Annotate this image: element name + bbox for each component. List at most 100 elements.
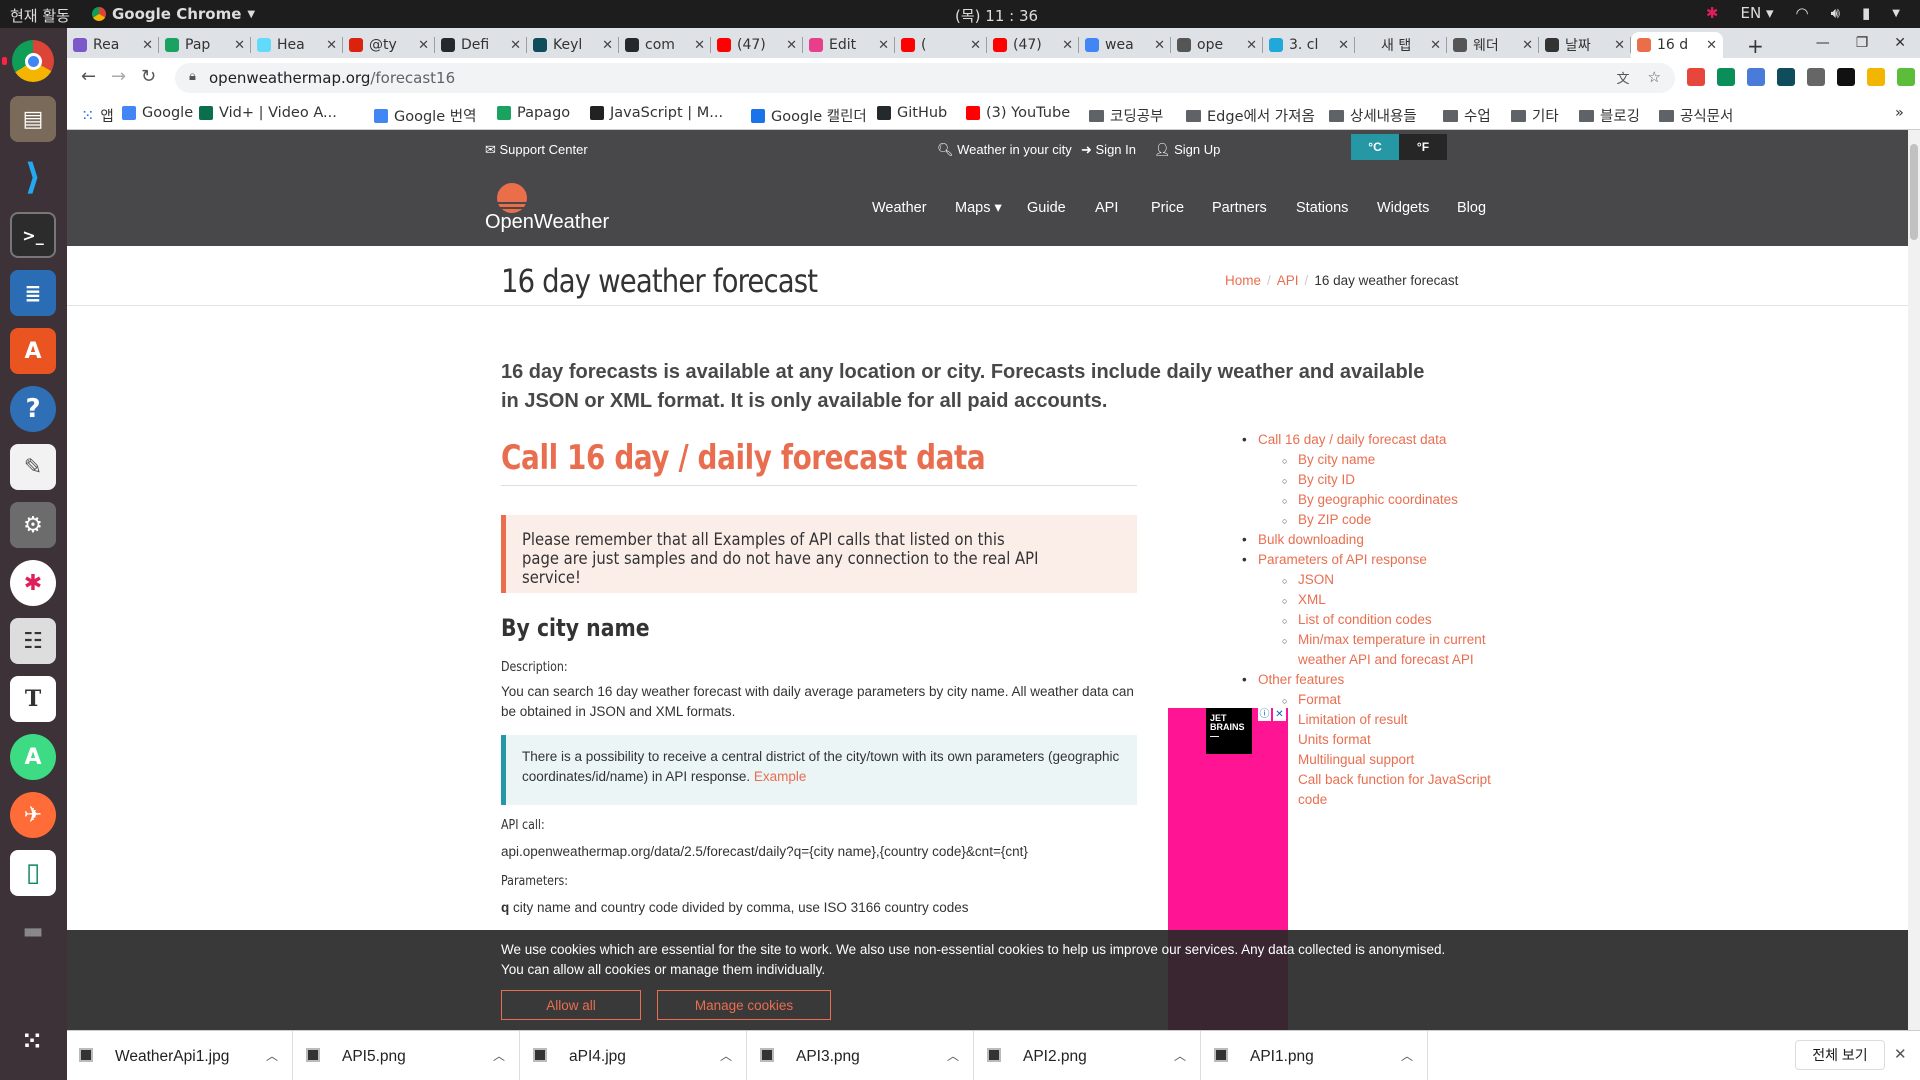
- manage-cookies-button[interactable]: Manage cookies: [657, 990, 831, 1020]
- bookmark-item[interactable]: Papago: [497, 105, 570, 121]
- volume-icon[interactable]: 🔊︎: [1831, 4, 1840, 22]
- tab-close-icon[interactable]: ✕: [234, 38, 245, 53]
- browser-tab[interactable]: Edit ✕: [803, 32, 895, 58]
- bookmark-folder[interactable]: 코딩공부: [1089, 105, 1163, 126]
- bookmark-item[interactable]: (3) YouTube: [966, 105, 1070, 121]
- bookmark-item[interactable]: ⁙ 앱: [81, 105, 114, 126]
- browser-tab[interactable]: Keyl ✕: [527, 32, 619, 58]
- reload-icon[interactable]: ↻: [141, 66, 156, 87]
- terminal-launcher-icon[interactable]: >_: [10, 212, 56, 258]
- extension-icon[interactable]: [1807, 68, 1825, 86]
- url-text[interactable]: openweathermap.org/forecast16: [209, 69, 455, 87]
- translate-icon[interactable]: 文: [1617, 68, 1630, 87]
- settings-launcher-icon[interactable]: ⚙: [10, 502, 56, 548]
- openweather-logo[interactable]: OpenWeather: [485, 180, 625, 236]
- close-window-icon[interactable]: ✕: [1894, 35, 1906, 51]
- toc-link[interactable]: By city ID: [1242, 470, 1522, 491]
- extension-icon[interactable]: [1897, 68, 1915, 86]
- extension-icon[interactable]: [1867, 68, 1885, 86]
- chevron-up-icon[interactable]: ︿: [493, 1047, 505, 1064]
- toc-link[interactable]: Min/max temperature in current weather A…: [1242, 630, 1522, 670]
- browser-tab[interactable]: Pap ✕: [159, 32, 251, 58]
- example-link[interactable]: Example: [754, 769, 807, 784]
- show-all-downloads-button[interactable]: 전체 보기: [1795, 1040, 1885, 1070]
- nav-link[interactable]: Maps ▾: [955, 200, 1002, 216]
- trash-launcher-icon[interactable]: ▬: [10, 908, 56, 954]
- download-item[interactable]: API5.png ︿: [294, 1031, 520, 1080]
- bookmark-item[interactable]: Vid+ | Video A...: [199, 105, 337, 121]
- power-menu-icon[interactable]: ▼: [1892, 8, 1900, 19]
- toc-link[interactable]: Bulk downloading: [1242, 530, 1522, 550]
- help-launcher-icon[interactable]: ?: [10, 386, 56, 432]
- browser-tab[interactable]: Defi ✕: [435, 32, 527, 58]
- toc-link[interactable]: JSON: [1242, 570, 1522, 591]
- bookmark-star-icon[interactable]: ☆: [1648, 68, 1661, 87]
- extension-icon[interactable]: [1687, 68, 1705, 86]
- download-item[interactable]: WeatherApi1.jpg ︿: [67, 1031, 293, 1080]
- toc-link[interactable]: By city name: [1242, 450, 1522, 471]
- browser-tab[interactable]: (47) ✕: [987, 32, 1079, 58]
- address-bar[interactable]: 🔒︎ openweathermap.org/forecast16 文 ☆: [175, 63, 1675, 93]
- weather-in-city-link[interactable]: 🔍︎ Weather in your city: [937, 142, 1072, 158]
- browser-tab[interactable]: 3. cl ✕: [1263, 32, 1355, 58]
- bookmark-folder[interactable]: Edge에서 가져옴: [1186, 105, 1315, 126]
- nav-link[interactable]: Widgets: [1377, 200, 1429, 216]
- tab-close-icon[interactable]: ✕: [878, 38, 889, 53]
- minimize-icon[interactable]: —: [1816, 35, 1830, 51]
- chevron-up-icon[interactable]: ︿: [1174, 1047, 1186, 1064]
- support-center-link[interactable]: ✉ Support Center: [485, 142, 588, 158]
- lock-icon[interactable]: 🔒︎: [189, 69, 196, 84]
- chevron-up-icon[interactable]: ︿: [720, 1047, 732, 1064]
- breadcrumb-home[interactable]: Home: [1225, 273, 1261, 288]
- bookmark-item[interactable]: JavaScript | M...: [590, 105, 723, 121]
- download-item[interactable]: API3.png ︿: [748, 1031, 974, 1080]
- extension-icon[interactable]: [1717, 68, 1735, 86]
- browser-tab[interactable]: 웨더 ✕: [1447, 32, 1539, 58]
- nav-link[interactable]: Stations: [1296, 200, 1348, 216]
- tab-close-icon[interactable]: ✕: [1246, 38, 1257, 53]
- page-scrollbar[interactable]: [1908, 130, 1920, 1030]
- breadcrumb-api[interactable]: API: [1277, 273, 1299, 288]
- nav-link[interactable]: Partners: [1212, 200, 1267, 216]
- chevron-up-icon[interactable]: ︿: [947, 1047, 959, 1064]
- typora-launcher-icon[interactable]: T: [10, 676, 56, 722]
- toc-link[interactable]: Format: [1242, 690, 1522, 711]
- android-studio-icon[interactable]: A: [10, 734, 56, 780]
- fahrenheit-toggle[interactable]: °F: [1399, 134, 1447, 160]
- extension-icon[interactable]: [1837, 68, 1855, 86]
- bookmark-item[interactable]: Google 캘린더: [751, 105, 867, 126]
- back-icon[interactable]: ←: [81, 66, 96, 87]
- browser-tab[interactable]: @ty ✕: [343, 32, 435, 58]
- browser-tab[interactable]: com ✕: [619, 32, 711, 58]
- tab-close-icon[interactable]: ✕: [418, 38, 429, 53]
- scrollbar-thumb[interactable]: [1910, 144, 1918, 240]
- slack-tray-icon[interactable]: ✱: [1706, 4, 1719, 22]
- bookmark-item[interactable]: Google 번역: [374, 105, 476, 126]
- toc-link[interactable]: List of condition codes: [1242, 610, 1522, 631]
- close-downloads-icon[interactable]: ✕: [1894, 1045, 1907, 1063]
- download-item[interactable]: API1.png ︿: [1202, 1031, 1428, 1080]
- tab-close-icon[interactable]: ✕: [1430, 38, 1441, 53]
- tab-close-icon[interactable]: ✕: [1706, 38, 1717, 53]
- browser-tab[interactable]: (✕: [895, 32, 987, 58]
- toc-link[interactable]: By geographic coordinates: [1242, 490, 1522, 511]
- tab-close-icon[interactable]: ✕: [694, 38, 705, 53]
- app-menu[interactable]: Google Chrome ▼: [92, 5, 255, 23]
- bookmark-folder[interactable]: 블로깅: [1579, 105, 1640, 126]
- mixer-launcher-icon[interactable]: ☷: [10, 618, 56, 664]
- ad-close-icon[interactable]: ✕: [1273, 708, 1286, 721]
- sign-in-link[interactable]: ➜ Sign In: [1081, 142, 1136, 158]
- writer-launcher-icon[interactable]: ≣: [10, 270, 56, 316]
- bookmarks-overflow-icon[interactable]: »: [1895, 105, 1904, 121]
- files-launcher-icon[interactable]: ▤: [10, 96, 56, 142]
- bookmark-folder[interactable]: 기타: [1511, 105, 1559, 126]
- bookmark-folder[interactable]: 수업: [1443, 105, 1491, 126]
- bookmark-folder[interactable]: 공식문서: [1659, 105, 1733, 126]
- text-editor-icon[interactable]: ✎: [10, 444, 56, 490]
- notion-launcher-icon[interactable]: ▯: [10, 850, 56, 896]
- tab-close-icon[interactable]: ✕: [786, 38, 797, 53]
- browser-tab[interactable]: wea ✕: [1079, 32, 1171, 58]
- postman-launcher-icon[interactable]: ✈: [10, 792, 56, 838]
- sign-up-link[interactable]: 👤︎ Sign Up: [1154, 142, 1220, 158]
- browser-tab[interactable]: 날짜 ✕: [1539, 32, 1631, 58]
